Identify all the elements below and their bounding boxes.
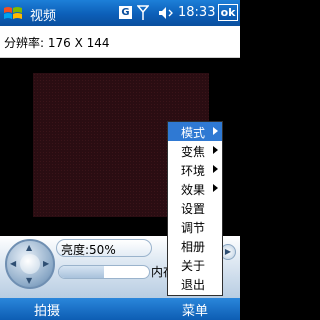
menu-item-label: 退出 (181, 278, 206, 292)
dial-up-arrow-icon[interactable]: ▲ (26, 244, 32, 252)
navigation-dial[interactable]: ▲ ▼ ◀ ▶ (5, 239, 55, 289)
capture-softkey[interactable]: 拍摄 (34, 300, 60, 319)
menu-item-label: 关于 (181, 259, 206, 273)
menu-item[interactable]: 退出 (168, 274, 222, 293)
menu-item[interactable]: 设置 (168, 198, 222, 217)
brightness-label: 亮度:50% (61, 243, 116, 257)
dial-left-arrow-icon[interactable]: ◀ (10, 260, 16, 268)
submenu-arrow-icon (213, 165, 218, 173)
volume-icon[interactable] (157, 5, 175, 21)
menu-item[interactable]: 环境 (168, 160, 222, 179)
ok-button[interactable]: ok (218, 4, 238, 21)
menu-item[interactable]: 模式 (168, 122, 222, 141)
brightness-display: 亮度:50% (56, 239, 152, 257)
menu-item-label: 变焦 (181, 145, 206, 159)
submenu-arrow-icon (213, 184, 218, 192)
submenu-arrow-icon (213, 127, 218, 135)
menu-item[interactable]: 关于 (168, 255, 222, 274)
brightness-slider-fill (59, 266, 104, 278)
resolution-bar: 分辨率: 176 X 144 (0, 26, 240, 58)
menu-item[interactable]: 效果 (168, 179, 222, 198)
brightness-slider[interactable] (58, 265, 150, 279)
menu-item-label: 相册 (181, 240, 206, 254)
menu-item[interactable]: 变焦 (168, 141, 222, 160)
resolution-label: 分辨率: 176 X 144 (4, 36, 110, 50)
submenu-arrow-icon (213, 146, 218, 154)
menu-item[interactable]: 相册 (168, 236, 222, 255)
menu-item[interactable]: 调节 (168, 217, 222, 236)
clock[interactable]: 18:33 (178, 5, 215, 20)
dial-down-arrow-icon[interactable]: ▼ (26, 277, 32, 285)
title-bar: 视频 G 18:33 ok (0, 0, 240, 26)
menu-item-label: 模式 (181, 126, 206, 140)
context-menu: 模式变焦环境效果设置调节相册关于退出 (167, 121, 223, 296)
signal-antenna-icon[interactable] (137, 5, 149, 21)
menu-item-label: 调节 (181, 221, 206, 235)
app-title: 视频 (30, 9, 57, 24)
menu-item-label: 环境 (181, 164, 206, 178)
gprs-status-icon[interactable]: G (119, 6, 132, 19)
dial-right-arrow-icon[interactable]: ▶ (43, 260, 49, 268)
dial-center-button[interactable] (20, 254, 40, 274)
menu-softkey[interactable]: 菜单 (182, 300, 208, 319)
menu-item-label: 设置 (181, 202, 206, 216)
windows-start-icon[interactable] (3, 4, 23, 22)
softkey-bar: 拍摄 菜单 (0, 298, 240, 320)
menu-item-label: 效果 (181, 183, 206, 197)
